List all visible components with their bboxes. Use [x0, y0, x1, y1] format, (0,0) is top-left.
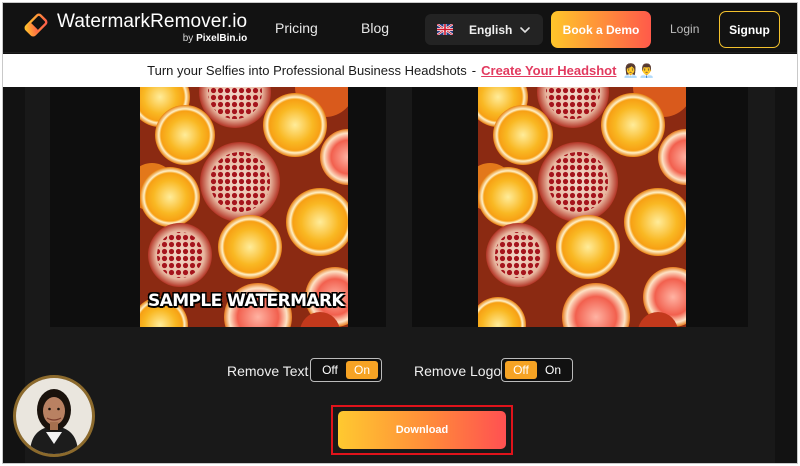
login-link[interactable]: Login: [670, 22, 699, 36]
language-label: English: [469, 22, 513, 37]
remove-logo-toggle[interactable]: Off On: [501, 358, 573, 382]
promo-banner: Turn your Selfies into Professional Busi…: [3, 54, 797, 87]
eraser-logo-icon: [24, 13, 48, 37]
remove-text-off-option[interactable]: Off: [314, 361, 346, 379]
download-highlight-box: Download: [331, 405, 513, 455]
remove-text-label: Remove Text: [227, 363, 309, 379]
brand-byline: by PixelBin.io: [57, 33, 247, 45]
byline-prefix: by: [182, 33, 194, 44]
book-demo-button[interactable]: Book a Demo: [551, 11, 651, 48]
original-image-panel: SAMPLE WATERMARK: [50, 87, 386, 327]
nav-link-blog[interactable]: Blog: [361, 20, 389, 36]
page-frame: WatermarkRemover.io by PixelBin.io Prici…: [2, 2, 798, 464]
remove-text-toggle[interactable]: Off On: [310, 358, 382, 382]
editor-workspace: SAMPLE WATERMARK Remove Text Off On Remo…: [25, 87, 775, 463]
create-headshot-link[interactable]: Create Your Headshot: [481, 63, 616, 78]
remove-text-on-option[interactable]: On: [346, 361, 378, 379]
result-image-panel: [412, 87, 748, 327]
language-selector[interactable]: English: [425, 14, 543, 45]
banner-text: Turn your Selfies into Professional Busi…: [147, 63, 467, 78]
remove-logo-on-option[interactable]: On: [537, 361, 569, 379]
brand-logo[interactable]: WatermarkRemover.io by PixelBin.io: [23, 11, 247, 45]
sample-watermark-text: SAMPLE WATERMARK: [148, 291, 345, 311]
byline-company: PixelBin.io: [196, 33, 248, 44]
chevron-down-icon: [520, 26, 530, 33]
top-navbar: WatermarkRemover.io by PixelBin.io Prici…: [3, 3, 797, 53]
banner-separator: -: [471, 63, 477, 78]
signup-button[interactable]: Signup: [719, 11, 780, 48]
download-button[interactable]: Download: [338, 411, 506, 449]
avatar-photo: [16, 378, 92, 454]
support-avatar[interactable]: [13, 375, 95, 457]
remove-logo-off-option[interactable]: Off: [505, 361, 537, 379]
headshot-emoji: 👩‍💼👨‍💼: [622, 62, 655, 78]
brand-name: WatermarkRemover.io: [57, 11, 248, 32]
uk-flag-icon: [437, 24, 453, 35]
remove-logo-label: Remove Logo: [414, 363, 502, 379]
nav-link-pricing[interactable]: Pricing: [275, 20, 318, 36]
result-image: [478, 87, 686, 327]
